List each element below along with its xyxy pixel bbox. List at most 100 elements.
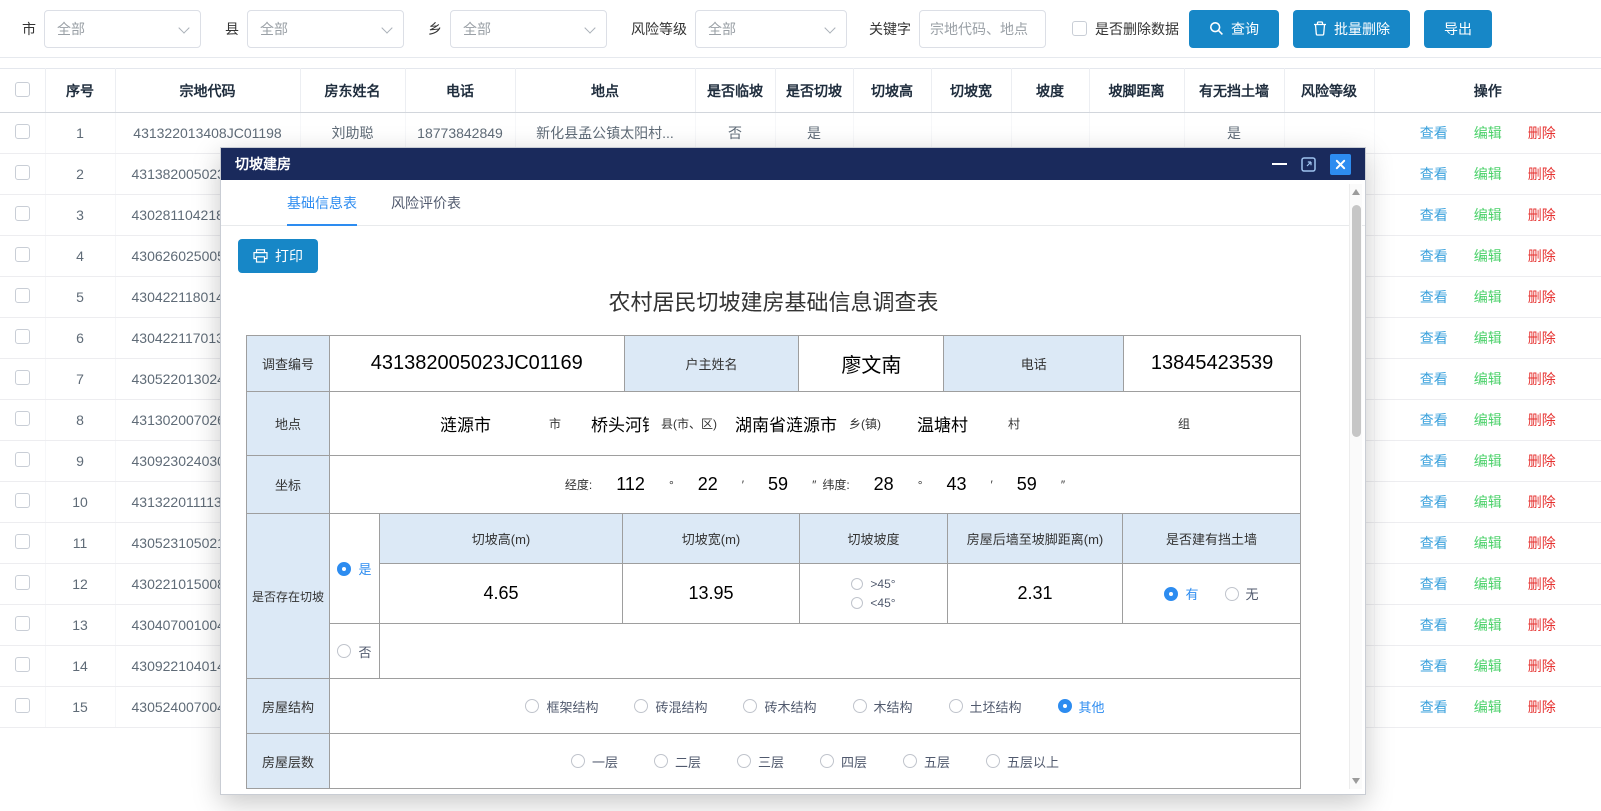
- row-checkbox[interactable]: [15, 247, 30, 262]
- row-checkbox[interactable]: [15, 206, 30, 221]
- edit-link[interactable]: 编辑: [1474, 535, 1502, 551]
- show-deleted-checkbox[interactable]: [1072, 21, 1087, 36]
- row-checkbox[interactable]: [15, 657, 30, 672]
- query-button[interactable]: 查询: [1189, 10, 1279, 48]
- angle-lt45-radio[interactable]: <45°: [851, 596, 895, 610]
- edit-link[interactable]: 编辑: [1474, 207, 1502, 223]
- delete-link[interactable]: 删除: [1528, 617, 1556, 633]
- view-link[interactable]: 查看: [1420, 125, 1448, 141]
- floors-3-radio[interactable]: 三层: [737, 752, 784, 771]
- minimize-icon[interactable]: [1272, 163, 1287, 165]
- edit-link[interactable]: 编辑: [1474, 617, 1502, 633]
- view-link[interactable]: 查看: [1420, 617, 1448, 633]
- edit-link[interactable]: 编辑: [1474, 412, 1502, 428]
- maximize-icon[interactable]: [1301, 157, 1316, 172]
- row-checkbox[interactable]: [15, 411, 30, 426]
- city-select[interactable]: 全部: [44, 10, 201, 48]
- wall-yes-radio[interactable]: 有: [1164, 584, 1198, 603]
- row-checkbox[interactable]: [15, 616, 30, 631]
- delete-link[interactable]: 删除: [1528, 207, 1556, 223]
- scroll-down-icon[interactable]: [1352, 778, 1360, 784]
- floors-2-radio[interactable]: 二层: [654, 752, 701, 771]
- view-link[interactable]: 查看: [1420, 412, 1448, 428]
- cut-slope-yes-radio[interactable]: 是: [337, 559, 371, 578]
- structure-adobe-radio[interactable]: 土坯结构: [949, 697, 1022, 716]
- select-all-checkbox[interactable]: [15, 82, 30, 97]
- edit-link[interactable]: 编辑: [1474, 125, 1502, 141]
- delete-link[interactable]: 删除: [1528, 494, 1556, 510]
- dialog-titlebar[interactable]: 切坡建房: [221, 148, 1365, 180]
- row-checkbox[interactable]: [15, 288, 30, 303]
- cut-slope-no-radio[interactable]: 否: [337, 642, 371, 661]
- print-button[interactable]: 打印: [238, 239, 318, 273]
- angle-gt45-radio[interactable]: >45°: [851, 577, 895, 591]
- floors-5-radio[interactable]: 五层: [903, 752, 950, 771]
- row-checkbox[interactable]: [15, 534, 30, 549]
- structure-brick-concrete-radio[interactable]: 砖混结构: [634, 697, 707, 716]
- row-checkbox[interactable]: [15, 165, 30, 180]
- edit-link[interactable]: 编辑: [1474, 576, 1502, 592]
- close-icon[interactable]: [1330, 154, 1351, 175]
- delete-link[interactable]: 删除: [1528, 699, 1556, 715]
- view-link[interactable]: 查看: [1420, 330, 1448, 346]
- row-checkbox[interactable]: [15, 575, 30, 590]
- structure-brick-wood-radio[interactable]: 砖木结构: [743, 697, 816, 716]
- row-checkbox[interactable]: [15, 493, 30, 508]
- view-link[interactable]: 查看: [1420, 576, 1448, 592]
- structure-wood-radio[interactable]: 木结构: [853, 697, 913, 716]
- town-select[interactable]: 全部: [450, 10, 607, 48]
- delete-link[interactable]: 删除: [1528, 412, 1556, 428]
- structure-frame-radio[interactable]: 框架结构: [525, 697, 598, 716]
- edit-link[interactable]: 编辑: [1474, 289, 1502, 305]
- floors-4-radio[interactable]: 四层: [820, 752, 867, 771]
- delete-link[interactable]: 删除: [1528, 371, 1556, 387]
- view-link[interactable]: 查看: [1420, 166, 1448, 182]
- edit-link[interactable]: 编辑: [1474, 166, 1502, 182]
- scrollbar-thumb[interactable]: [1352, 205, 1361, 437]
- delete-link[interactable]: 删除: [1528, 658, 1556, 674]
- keyword-input[interactable]: [919, 10, 1046, 48]
- view-link[interactable]: 查看: [1420, 248, 1448, 264]
- batch-delete-button[interactable]: 批量删除: [1293, 10, 1410, 48]
- edit-link[interactable]: 编辑: [1474, 494, 1502, 510]
- row-checkbox[interactable]: [15, 329, 30, 344]
- structure-other-radio[interactable]: 其他: [1058, 697, 1105, 716]
- delete-link[interactable]: 删除: [1528, 576, 1556, 592]
- edit-link[interactable]: 编辑: [1474, 453, 1502, 469]
- delete-link[interactable]: 删除: [1528, 289, 1556, 305]
- scroll-up-icon[interactable]: [1352, 189, 1360, 195]
- edit-link[interactable]: 编辑: [1474, 371, 1502, 387]
- edit-link[interactable]: 编辑: [1474, 330, 1502, 346]
- delete-link[interactable]: 删除: [1528, 166, 1556, 182]
- dialog-scrollbar[interactable]: [1349, 184, 1362, 789]
- export-button[interactable]: 导出: [1424, 10, 1492, 48]
- tab-risk-evaluation[interactable]: 风险评价表: [391, 180, 461, 225]
- row-checkbox[interactable]: [15, 452, 30, 467]
- view-link[interactable]: 查看: [1420, 658, 1448, 674]
- location-town-unit: 乡(镇): [849, 415, 881, 432]
- edit-link[interactable]: 编辑: [1474, 699, 1502, 715]
- county-select[interactable]: 全部: [247, 10, 404, 48]
- floors-5plus-radio[interactable]: 五层以上: [986, 752, 1059, 771]
- row-checkbox[interactable]: [15, 698, 30, 713]
- risk-level-select[interactable]: 全部: [695, 10, 847, 48]
- view-link[interactable]: 查看: [1420, 699, 1448, 715]
- delete-link[interactable]: 删除: [1528, 453, 1556, 469]
- delete-link[interactable]: 删除: [1528, 535, 1556, 551]
- view-link[interactable]: 查看: [1420, 289, 1448, 305]
- view-link[interactable]: 查看: [1420, 535, 1448, 551]
- row-checkbox[interactable]: [15, 124, 30, 139]
- row-checkbox[interactable]: [15, 370, 30, 385]
- view-link[interactable]: 查看: [1420, 371, 1448, 387]
- view-link[interactable]: 查看: [1420, 207, 1448, 223]
- delete-link[interactable]: 删除: [1528, 330, 1556, 346]
- delete-link[interactable]: 删除: [1528, 248, 1556, 264]
- view-link[interactable]: 查看: [1420, 494, 1448, 510]
- tab-basic-info[interactable]: 基础信息表: [287, 180, 357, 225]
- view-link[interactable]: 查看: [1420, 453, 1448, 469]
- floors-1-radio[interactable]: 一层: [571, 752, 618, 771]
- edit-link[interactable]: 编辑: [1474, 658, 1502, 674]
- wall-no-radio[interactable]: 无: [1225, 584, 1259, 603]
- delete-link[interactable]: 删除: [1528, 125, 1556, 141]
- edit-link[interactable]: 编辑: [1474, 248, 1502, 264]
